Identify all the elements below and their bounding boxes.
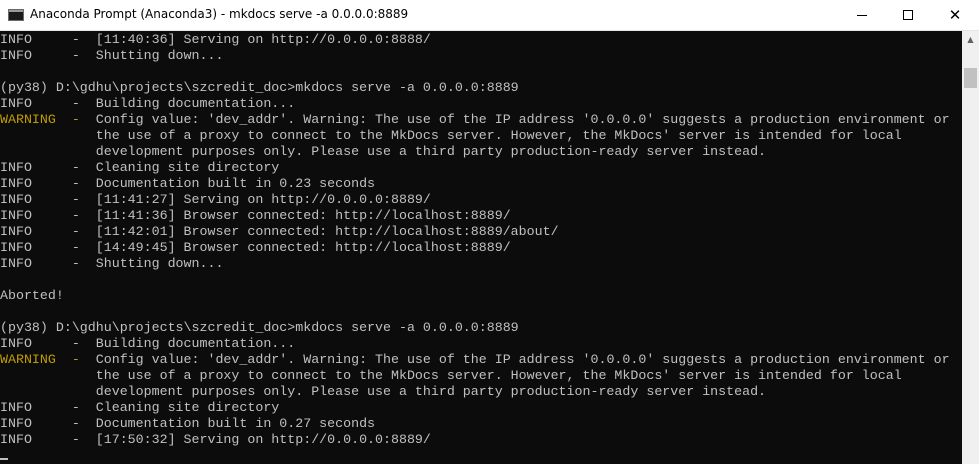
scroll-up-arrow-icon[interactable]: ▲ bbox=[962, 31, 979, 48]
console-line: the use of a proxy to connect to the MkD… bbox=[0, 128, 902, 143]
console-window: Anaconda Prompt (Anaconda3) - mkdocs ser… bbox=[0, 0, 979, 464]
console-line: INFO - Shutting down... bbox=[0, 256, 224, 271]
console-line: the use of a proxy to connect to the MkD… bbox=[0, 368, 902, 383]
minimize-button[interactable] bbox=[839, 0, 885, 30]
console-line: WARNING - Config value: 'dev_addr'. Warn… bbox=[0, 112, 950, 127]
vertical-scrollbar[interactable]: ▲ bbox=[962, 31, 979, 464]
console-output[interactable]: INFO - [11:40:36] Serving on http://0.0.… bbox=[0, 31, 962, 464]
title-bar[interactable]: Anaconda Prompt (Anaconda3) - mkdocs ser… bbox=[0, 0, 979, 31]
console-line: INFO - [11:41:27] Serving on http://0.0.… bbox=[0, 192, 431, 207]
window-title: Anaconda Prompt (Anaconda3) - mkdocs ser… bbox=[30, 7, 409, 21]
console-line: INFO - [11:40:36] Serving on http://0.0.… bbox=[0, 32, 431, 47]
console-lines: INFO - [11:40:36] Serving on http://0.0.… bbox=[0, 32, 950, 448]
console-line: INFO - [11:42:01] Browser connected: htt… bbox=[0, 224, 559, 239]
text-cursor bbox=[0, 458, 8, 460]
console-line: INFO - Building documentation... bbox=[0, 336, 296, 351]
console-line: INFO - Cleaning site directory bbox=[0, 160, 280, 175]
close-button[interactable]: ✕ bbox=[931, 0, 979, 30]
console-line: INFO - [17:50:32] Serving on http://0.0.… bbox=[0, 432, 431, 447]
maximize-button[interactable] bbox=[885, 0, 931, 30]
console-line: INFO - Documentation built in 0.23 secon… bbox=[0, 176, 376, 191]
console-line: INFO - Cleaning site directory bbox=[0, 400, 280, 415]
console-line: INFO - Building documentation... bbox=[0, 96, 296, 111]
console-line: INFO - [14:49:45] Browser connected: htt… bbox=[0, 240, 511, 255]
scroll-thumb[interactable] bbox=[964, 67, 977, 88]
console-icon bbox=[8, 9, 24, 21]
close-icon: ✕ bbox=[948, 6, 962, 24]
console-line: (py38) D:\gdhu\projects\szcredit_doc>mkd… bbox=[0, 320, 519, 335]
maximize-icon bbox=[903, 10, 913, 20]
console-line: INFO - Documentation built in 0.27 secon… bbox=[0, 416, 376, 431]
console-line: INFO - Shutting down... bbox=[0, 48, 224, 63]
console-line: WARNING - Config value: 'dev_addr'. Warn… bbox=[0, 352, 950, 367]
console-line: INFO - [11:41:36] Browser connected: htt… bbox=[0, 208, 511, 223]
console-line: (py38) D:\gdhu\projects\szcredit_doc>mkd… bbox=[0, 80, 519, 95]
console-line: development purposes only. Please use a … bbox=[0, 144, 767, 159]
console-line: Aborted! bbox=[0, 288, 64, 303]
console-line: development purposes only. Please use a … bbox=[0, 384, 767, 399]
minimize-icon bbox=[857, 15, 867, 16]
